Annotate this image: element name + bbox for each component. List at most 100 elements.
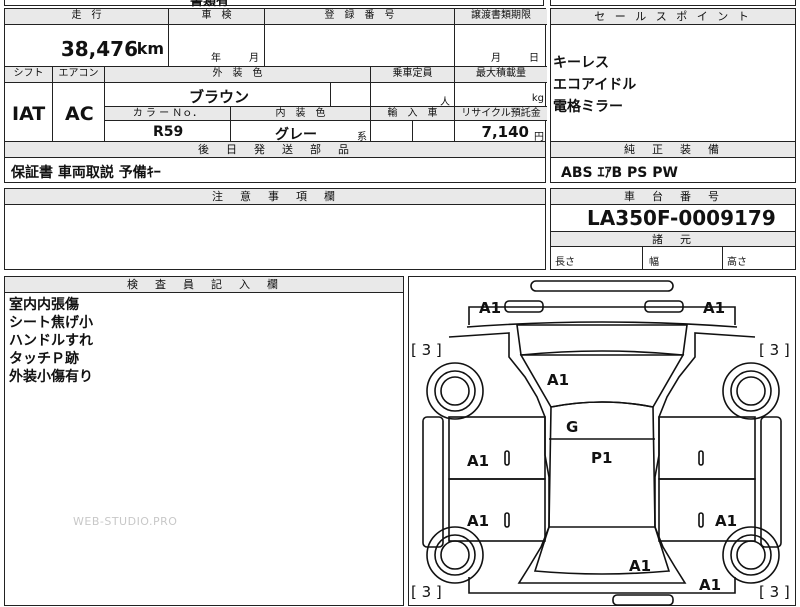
inspector-note: 外装小傷有り <box>9 369 93 385</box>
interior-color-cell: グレー 系 <box>231 121 371 143</box>
car-side-right-front <box>658 416 756 480</box>
inspector-note: タッチＰ跡 <box>9 351 79 367</box>
registration-cell <box>265 25 455 67</box>
import-car-cell-b <box>413 121 455 143</box>
shift-value: IAT <box>12 103 46 125</box>
damage-mark: A1 <box>547 371 570 389</box>
tire-tread-label: [ 3 ] <box>759 583 790 601</box>
dimensions-header: 諸 元 <box>551 231 795 247</box>
inspector-note: シート焦げ小 <box>9 315 93 331</box>
transfer-header: 譲渡書類期限 <box>455 9 547 25</box>
shift-header: シフト <box>5 67 53 83</box>
dimension-height-cell: 高さ <box>723 247 795 269</box>
damage-mark: A1 <box>715 512 738 530</box>
dimension-width-label: 幅 <box>649 257 659 268</box>
capacity-header: 乗車定員 <box>371 67 455 83</box>
tire-tread-label: [ 3 ] <box>759 341 790 359</box>
recycle-header: リサイクル預託金 <box>455 107 547 121</box>
shaken-header: 車 検 <box>169 9 265 25</box>
chassis-header: 車 台 番 号 <box>551 189 795 205</box>
car-sill-left <box>422 416 444 548</box>
max-load-cell: kg <box>455 83 547 107</box>
sales-points-section: セ ー ル ス ポ イ ン ト キーレス エコアイドル 電格ミラー <box>550 8 796 142</box>
vehicle-info-table: 走 行 車 検 登 録 番 号 譲渡書類期限 38,476 km 年 月 月 日… <box>4 8 547 143</box>
car-rear-lamp <box>612 594 674 606</box>
capacity-cell: 人 <box>371 83 455 108</box>
watermark: WEB-STUDIO.PRO <box>73 515 178 528</box>
standard-equipment-value: ABS ｴｱB PS PW <box>561 165 678 181</box>
aircon-cell: AC <box>53 83 105 143</box>
dimension-length-cell: 長さ <box>551 247 643 269</box>
accessories-value: 保証書 車両取説 予備ｷｰ <box>11 165 161 181</box>
car-handle <box>504 450 510 466</box>
inspector-section: 検 査 員 記 入 欄 室内内張傷 シート焦げ小 ハンドルすれ タッチＰ跡 外装… <box>4 276 404 606</box>
max-load-header: 最大積載量 <box>455 67 547 83</box>
mileage-unit: km <box>136 39 164 58</box>
aircon-value: AC <box>65 103 94 125</box>
transfer-month: 月 <box>491 53 501 64</box>
recycle-value: 7,140 <box>481 123 529 141</box>
dimension-width-cell: 幅 <box>643 247 723 269</box>
car-roof-antenna <box>530 280 674 292</box>
registration-header: 登 録 番 号 <box>265 9 455 25</box>
inspector-header: 検 査 員 記 入 欄 <box>5 277 403 293</box>
car-handle <box>504 512 510 528</box>
standard-equipment-header: 純 正 装 備 <box>551 142 795 158</box>
aircon-header: エアコン <box>53 67 105 83</box>
car-rear-bumper <box>468 577 736 594</box>
damage-mark: A1 <box>699 576 722 594</box>
car-handle <box>698 512 704 528</box>
top-strip: 書類有 <box>4 0 544 9</box>
shaken-year: 年 <box>211 53 221 64</box>
car-wheel-rear-left <box>426 526 484 584</box>
damage-mark: A1 <box>467 452 490 470</box>
chassis-section: 車 台 番 号 LA350F-0009179 諸 元 長さ 幅 高さ <box>550 188 796 270</box>
car-windshield <box>519 350 685 408</box>
shaken-month: 月 <box>249 53 259 64</box>
dimension-height-label: 高さ <box>727 257 747 268</box>
import-car-cell-a <box>371 121 413 143</box>
sales-point-item: 電格ミラー <box>553 99 623 115</box>
exterior-color-extra <box>331 83 371 107</box>
damage-mark: A1 <box>629 557 652 575</box>
max-load-unit: kg <box>531 93 544 104</box>
color-no-cell: R59 <box>105 121 231 143</box>
inspector-note: 室内内張傷 <box>9 297 79 313</box>
accessories-header: 後 日 発 送 部 品 <box>5 142 545 158</box>
car-side-right-rear <box>658 478 756 542</box>
damage-mark: A1 <box>479 299 502 317</box>
damage-mark: A1 <box>467 512 490 530</box>
chassis-number: LA350F-0009179 <box>587 206 776 230</box>
exterior-color-header: 外 装 色 <box>105 67 371 83</box>
sales-point-item: エコアイドル <box>553 77 637 93</box>
sales-point-item: キーレス <box>553 55 609 71</box>
accessories-section: 後 日 発 送 部 品 保証書 車両取説 予備ｷｰ <box>4 141 546 183</box>
standard-equipment-section: 純 正 装 備 ABS ｴｱB PS PW <box>550 141 796 183</box>
notes-header: 注 意 事 項 欄 <box>5 189 545 205</box>
transfer-day: 日 <box>529 53 539 64</box>
mileage-value: 38,476 <box>60 37 138 61</box>
transfer-cell: 月 日 <box>455 25 547 67</box>
interior-color-header: 内 装 色 <box>231 107 371 121</box>
damage-mark: P1 <box>591 449 613 467</box>
car-diagram-panel: A1 A1 A1 G P1 A1 A1 A1 A1 A1 [ 3 ] [ 3 ]… <box>408 276 796 606</box>
recycle-cell: 7,140 円 <box>455 121 547 143</box>
sales-points-header: セ ー ル ス ポ イ ン ト <box>551 9 795 25</box>
color-no-value: R59 <box>153 124 184 140</box>
car-wheel-rear-right <box>722 526 780 584</box>
capacity-unit: 人 <box>440 97 450 108</box>
color-no-header: カ ラ ー Ｎｏ． <box>105 107 231 121</box>
mileage-header: 走 行 <box>5 9 169 25</box>
car-wheel-front-left <box>426 362 484 420</box>
car-side-left-front <box>448 416 546 480</box>
car-wheel-front-right <box>722 362 780 420</box>
shaken-cell: 年 月 <box>169 25 265 67</box>
car-diagram <box>422 280 782 606</box>
car-side-left-rear <box>448 478 546 542</box>
notes-section: 注 意 事 項 欄 <box>4 188 546 270</box>
mileage-cell: 38,476 km <box>5 25 169 67</box>
top-strip-right <box>550 0 796 6</box>
tire-tread-label: [ 3 ] <box>411 341 442 359</box>
inspector-note: ハンドルすれ <box>9 333 93 349</box>
car-handle <box>698 450 704 466</box>
